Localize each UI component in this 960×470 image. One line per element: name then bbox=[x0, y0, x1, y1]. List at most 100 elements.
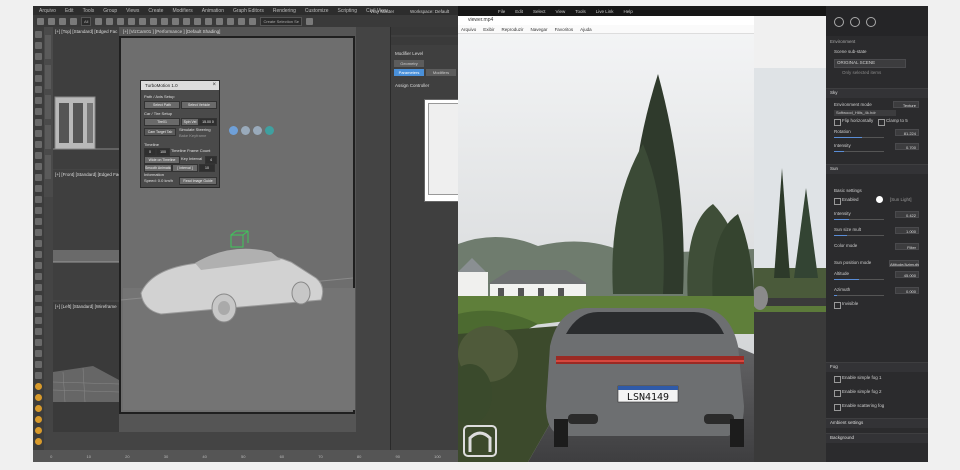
tool-icon[interactable] bbox=[35, 361, 42, 368]
side-tab[interactable] bbox=[45, 125, 51, 149]
section-sun[interactable]: Sun bbox=[826, 164, 928, 174]
tool-icon[interactable] bbox=[35, 64, 42, 71]
fog1-checkbox[interactable] bbox=[834, 376, 841, 383]
tool-icon[interactable] bbox=[35, 284, 42, 291]
player-title-bar[interactable]: viewer.mp4 bbox=[458, 16, 754, 25]
render-setup-icon[interactable] bbox=[238, 17, 246, 25]
azimuth-field[interactable]: 0.000 bbox=[895, 287, 919, 294]
select-vehicle-button[interactable]: Select Vehicle bbox=[181, 101, 217, 109]
select-path-button[interactable]: Select Path bbox=[144, 101, 180, 109]
bake-keyframe-checkbox[interactable]: Bake Keyframe bbox=[179, 133, 206, 138]
tool-icon[interactable] bbox=[35, 372, 42, 379]
tool-icon[interactable] bbox=[35, 273, 42, 280]
max-menu-item[interactable]: Create bbox=[148, 8, 163, 14]
altitude-field[interactable]: 45.000 bbox=[895, 271, 919, 278]
move-icon[interactable] bbox=[117, 17, 125, 25]
rotation-field[interactable]: 81.224 bbox=[895, 129, 919, 136]
scale-icon[interactable] bbox=[139, 17, 147, 25]
smooth-animation-button[interactable]: Smooth Animation bbox=[144, 164, 172, 172]
cmd-tab-geometry[interactable]: Geometry bbox=[394, 60, 424, 67]
percent-snap-icon[interactable] bbox=[172, 17, 180, 25]
folder-icon[interactable] bbox=[35, 394, 42, 401]
sun-size-field[interactable]: 1.000 bbox=[895, 227, 919, 234]
layers-icon[interactable] bbox=[866, 17, 876, 27]
color-mode-dropdown[interactable]: Filter bbox=[895, 243, 919, 250]
altitude-slider[interactable] bbox=[834, 279, 884, 280]
undo-icon[interactable] bbox=[37, 17, 44, 25]
menu-item[interactable]: Help bbox=[624, 9, 633, 14]
workspace-dropdown[interactable]: Workspace: Default bbox=[410, 9, 449, 14]
viewport-front[interactable]: [+] [Front] [Standard] [Edged Fac bbox=[53, 170, 121, 300]
invisible-checkbox[interactable] bbox=[834, 302, 841, 309]
render-icon[interactable] bbox=[249, 17, 257, 25]
tool-icon[interactable] bbox=[35, 218, 42, 225]
rotation-slider[interactable] bbox=[834, 137, 884, 138]
basic-settings-header[interactable]: Basic settings bbox=[834, 188, 862, 193]
tool-icon[interactable] bbox=[35, 75, 42, 82]
gizmo-icon[interactable] bbox=[241, 126, 250, 135]
intensity-field[interactable]: 0.700 bbox=[895, 143, 919, 150]
curve-editor-icon[interactable] bbox=[216, 17, 224, 25]
only-selected-toggle[interactable]: Only selected items bbox=[842, 70, 881, 75]
tool-icon[interactable] bbox=[35, 119, 42, 126]
intensity-slider[interactable] bbox=[834, 151, 884, 152]
max-menu-item[interactable]: Modifiers bbox=[172, 8, 192, 14]
material-editor-icon[interactable] bbox=[227, 17, 235, 25]
layer-icon[interactable] bbox=[205, 17, 213, 25]
scene-sub-state[interactable]: Scene sub-state bbox=[834, 49, 867, 54]
tool-icon[interactable] bbox=[35, 328, 42, 335]
settings-icon[interactable] bbox=[834, 17, 844, 27]
player-menu-item[interactable]: Favoritos bbox=[555, 27, 574, 32]
tool-icon[interactable] bbox=[35, 339, 42, 346]
controller-list-content[interactable] bbox=[428, 103, 458, 195]
timeline-end-field[interactable]: 100 bbox=[156, 148, 170, 156]
sun-size-slider[interactable] bbox=[834, 235, 884, 236]
section-fog[interactable]: Fog bbox=[826, 362, 928, 372]
tool-icon[interactable] bbox=[35, 306, 42, 313]
side-tab[interactable] bbox=[45, 35, 51, 59]
tool-icon[interactable] bbox=[35, 42, 42, 49]
side-tab[interactable] bbox=[45, 65, 51, 89]
folder-icon[interactable] bbox=[35, 438, 42, 445]
cmd-section-assign[interactable]: Assign Controller bbox=[395, 83, 429, 88]
cmd-tab-modifiers[interactable]: Modifiers bbox=[426, 69, 456, 76]
azimuth-slider[interactable] bbox=[834, 295, 884, 296]
max-menu-item[interactable]: Graph Editors bbox=[233, 8, 264, 14]
folder-icon[interactable] bbox=[35, 383, 42, 390]
selection-filter-dropdown[interactable]: All bbox=[81, 16, 92, 26]
redo-icon[interactable] bbox=[48, 17, 55, 25]
scene-state-dropdown[interactable]: ORIGINAL SCENE bbox=[834, 59, 906, 68]
tool-icon[interactable] bbox=[35, 295, 42, 302]
spin-vel-button[interactable]: Spin Vel bbox=[181, 118, 199, 126]
folder-icon[interactable] bbox=[35, 416, 42, 423]
mirror-icon[interactable] bbox=[183, 17, 191, 25]
cam-target-button[interactable]: Cam Target Tab bbox=[144, 128, 176, 136]
tool-icon[interactable] bbox=[35, 86, 42, 93]
tool-icon[interactable] bbox=[35, 108, 42, 115]
select-icon[interactable] bbox=[95, 17, 103, 25]
cmd-tab-parameters[interactable]: Parameters bbox=[394, 69, 424, 76]
menu-item[interactable]: Live Link bbox=[596, 9, 614, 14]
max-menu-item[interactable]: Tools bbox=[83, 8, 95, 14]
read-image-guide-button[interactable]: Read Image Guide bbox=[179, 177, 217, 185]
wide-on-timeline-button[interactable]: Wide on Timeline bbox=[144, 156, 180, 164]
max-menu-item[interactable]: Arquivo bbox=[39, 8, 56, 14]
interval-field[interactable]: 10 bbox=[199, 164, 215, 172]
tool-icon[interactable] bbox=[35, 141, 42, 148]
simulate-steering-checkbox[interactable]: Simulate Steering bbox=[179, 127, 211, 132]
video-frame[interactable]: LSN4149 bbox=[458, 34, 754, 462]
sun-position-mode-dropdown[interactable]: Altitude/Azimuth bbox=[889, 260, 919, 267]
gizmo-icon[interactable] bbox=[265, 126, 274, 135]
tool-icon[interactable] bbox=[35, 130, 42, 137]
section-sky[interactable]: Sky bbox=[826, 88, 928, 98]
timeline-start-field[interactable]: 0 bbox=[144, 148, 156, 156]
align-icon[interactable] bbox=[194, 17, 202, 25]
sun-intensity-field[interactable]: 0.422 bbox=[895, 211, 919, 218]
gizmo-icon[interactable] bbox=[229, 126, 238, 135]
teapot-render-icon[interactable] bbox=[306, 17, 314, 25]
close-icon[interactable]: × bbox=[212, 81, 216, 90]
tool-icon[interactable] bbox=[35, 174, 42, 181]
hdr-file-field[interactable]: Softwood_Hills_4k.hdr bbox=[834, 110, 896, 116]
angle-snap-icon[interactable] bbox=[161, 17, 169, 25]
max-menu-item[interactable]: Rendering bbox=[273, 8, 296, 14]
